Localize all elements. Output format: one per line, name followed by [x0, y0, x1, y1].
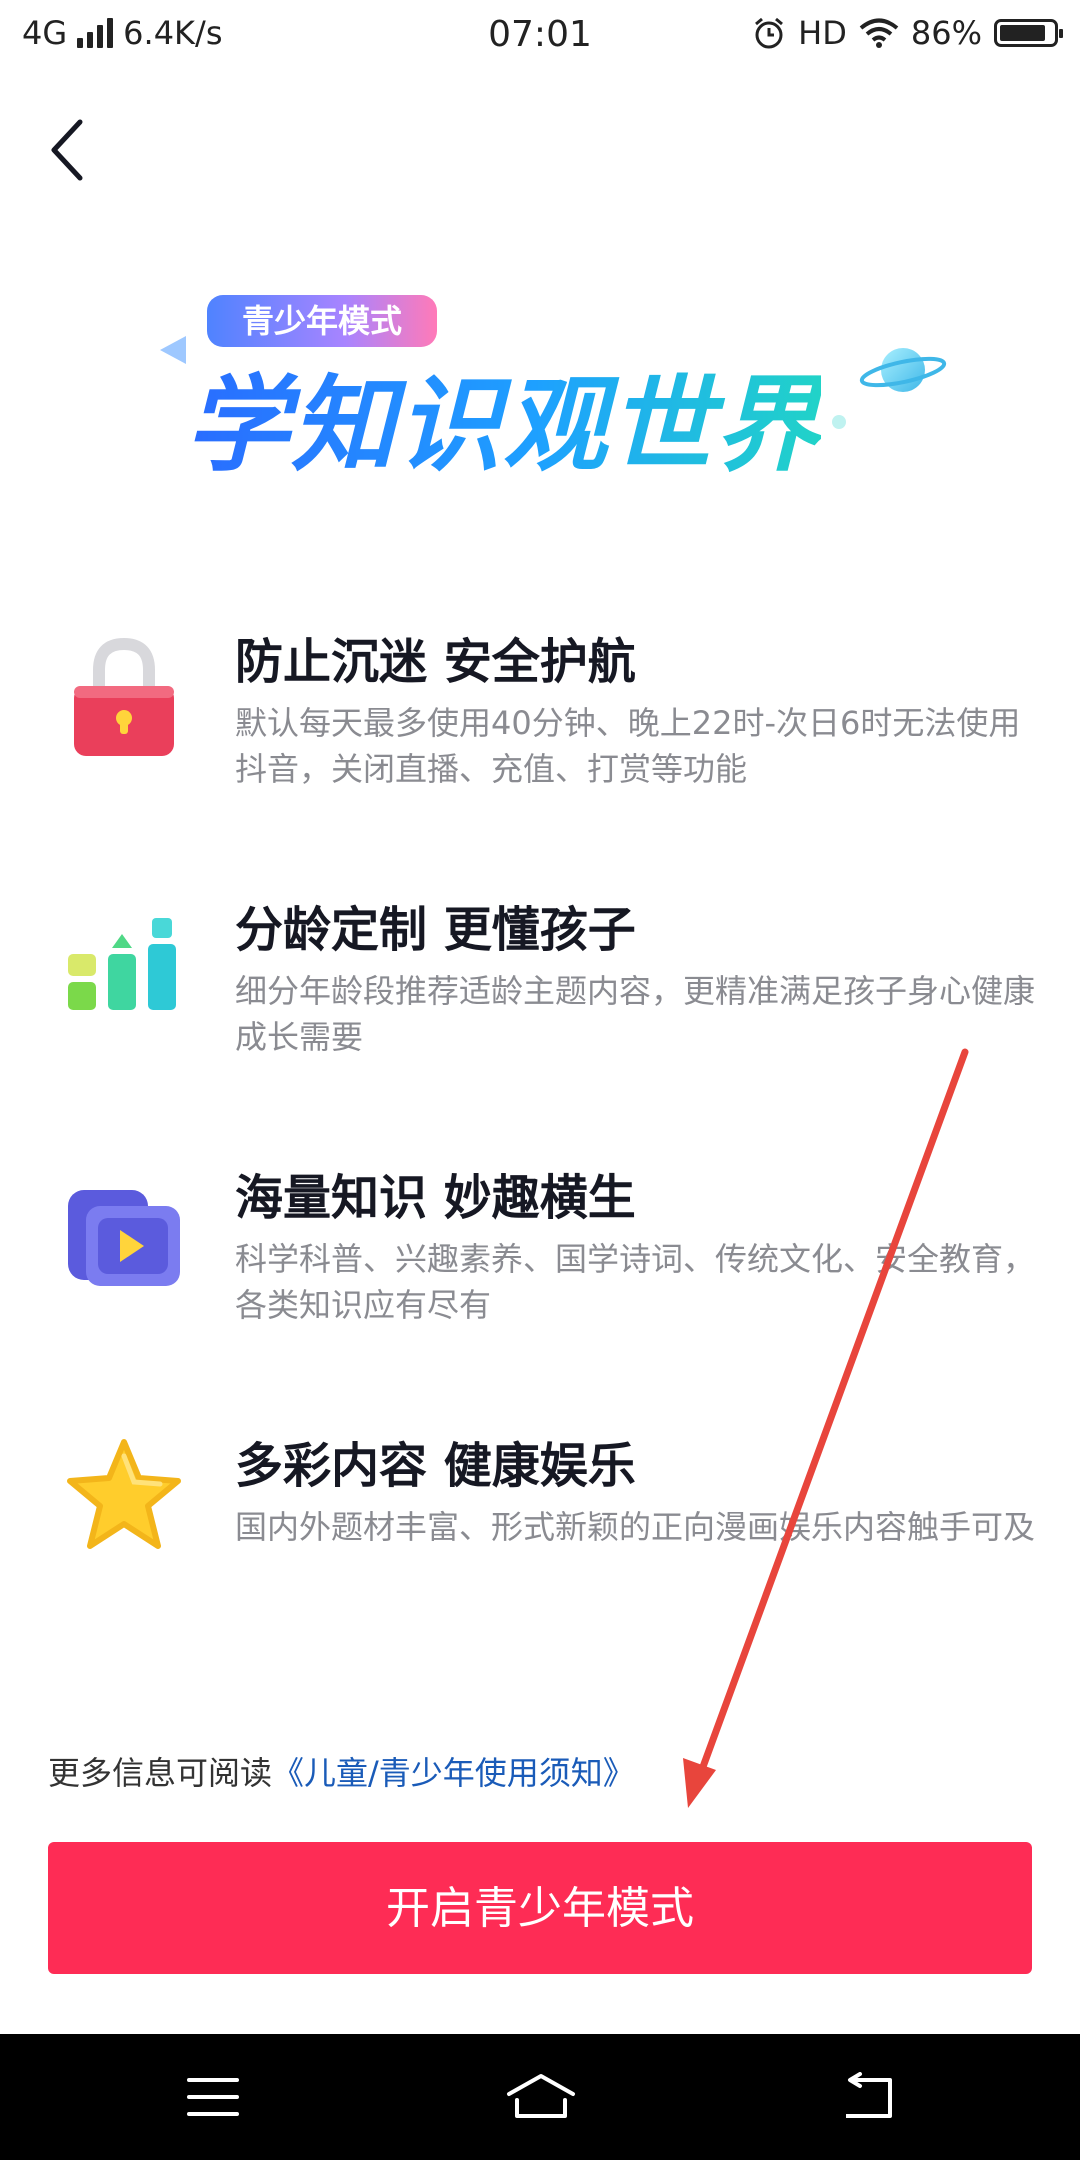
battery-percent: 86% — [910, 14, 982, 52]
lock-icon — [74, 637, 174, 756]
decor-triangle — [160, 336, 186, 364]
status-right: HD 86% — [752, 14, 1063, 52]
back-button[interactable] — [40, 110, 100, 190]
more-info: 更多信息可阅读《儿童/青少年使用须知》 — [48, 1748, 635, 1794]
wifi-icon — [859, 18, 899, 48]
feature-item: 海量知识 妙趣横生 科学科普、兴趣素养、国学诗词、传统文化、安全教育，各类知识应… — [0, 1166, 1080, 1386]
feature-item: 分龄定制 更懂孩子 细分年龄段推荐适龄主题内容，更精准满足孩子身心健康成长需要 — [0, 898, 1080, 1118]
star-icon — [67, 1439, 181, 1549]
battery-icon — [994, 19, 1063, 47]
feature-item: 防止沉迷 安全护航 默认每天最多使用40分钟、晚上22时-次日6时无法使用抖音，… — [0, 630, 1080, 850]
feature-title: 海量知识 妙趣横生 — [235, 1170, 636, 1226]
more-info-text: 更多信息可阅读 — [48, 1754, 273, 1792]
alarm-icon — [755, 17, 784, 49]
feature-desc: 科学科普、兴趣素养、国学诗词、传统文化、安全教育，各类知识应有尽有 — [235, 1240, 1036, 1324]
hero-title: 学知识观世界 — [185, 360, 821, 490]
feature-desc: 细分年龄段推荐适龄主题内容，更精准满足孩子身心健康成长需要 — [235, 972, 1036, 1056]
menu-icon[interactable] — [183, 2072, 243, 2122]
decor-dot — [832, 415, 846, 429]
enable-teen-mode-button[interactable]: 开启青少年模式 — [48, 1842, 1032, 1974]
feature-title: 防止沉迷 安全护航 — [235, 634, 636, 690]
feature-desc: 默认每天最多使用40分钟、晚上22时-次日6时无法使用抖音，关闭直播、充值、打赏… — [235, 704, 1021, 788]
hd-indicator: HD — [798, 14, 847, 52]
feature-title: 多彩内容 健康娱乐 — [235, 1438, 636, 1494]
teen-mode-badge: 青少年模式 — [207, 295, 437, 347]
usage-notice-link[interactable]: 《儿童/青少年使用须知》 — [272, 1754, 635, 1792]
feature-item: 多彩内容 健康娱乐 国内外题材丰富、形式新颖的正向漫画娱乐内容触手可及 — [0, 1434, 1080, 1654]
feature-title: 分龄定制 更懂孩子 — [235, 902, 636, 958]
bar-chart-icon — [68, 918, 176, 1010]
hero-banner: 青少年模式 学知识观世界 — [0, 280, 1080, 510]
status-bar: 4G 6.4K/s 07:01 HD 86% — [0, 0, 1080, 72]
planet-icon — [859, 348, 947, 392]
back-nav-icon[interactable] — [838, 2072, 898, 2122]
home-icon[interactable] — [505, 2072, 577, 2122]
video-folder-icon — [68, 1190, 180, 1286]
system-nav-bar — [0, 2034, 1080, 2160]
feature-desc: 国内外题材丰富、形式新颖的正向漫画娱乐内容触手可及 — [235, 1508, 1036, 1546]
